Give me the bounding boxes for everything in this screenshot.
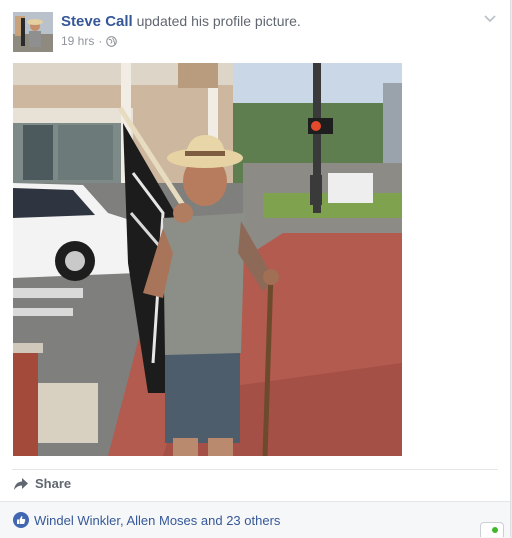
author-name-link[interactable]: Steve Call [61, 13, 133, 30]
post-action-text: updated his profile picture. [132, 13, 301, 29]
timestamp-link[interactable]: 19 hrs [61, 34, 94, 48]
reactions-summary-text: Windel Winkler, Allen Moses and 23 other… [34, 512, 281, 528]
reactions-bar: Windel Winkler, Allen Moses and 23 other… [0, 501, 510, 538]
reactions-summary[interactable]: Windel Winkler, Allen Moses and 23 other… [13, 512, 280, 528]
share-arrow-icon [14, 477, 28, 490]
chat-online-indicator[interactable] [480, 522, 504, 537]
thumbs-up-icon [13, 512, 29, 528]
globe-icon[interactable] [106, 35, 118, 47]
post-card: Steve Call updated his profile picture. … [0, 0, 511, 538]
divider [12, 469, 498, 470]
profile-photo-image [13, 63, 402, 456]
share-button-label: Share [35, 476, 72, 491]
profile-photo[interactable] [13, 63, 402, 456]
post-meta: 19 hrs · [61, 34, 118, 48]
share-button[interactable]: Share [13, 476, 71, 491]
meta-separator: · [98, 34, 103, 48]
post-header: Steve Call updated his profile picture. [61, 13, 301, 30]
chevron-down-icon[interactable] [482, 10, 498, 26]
avatar[interactable] [13, 12, 53, 52]
